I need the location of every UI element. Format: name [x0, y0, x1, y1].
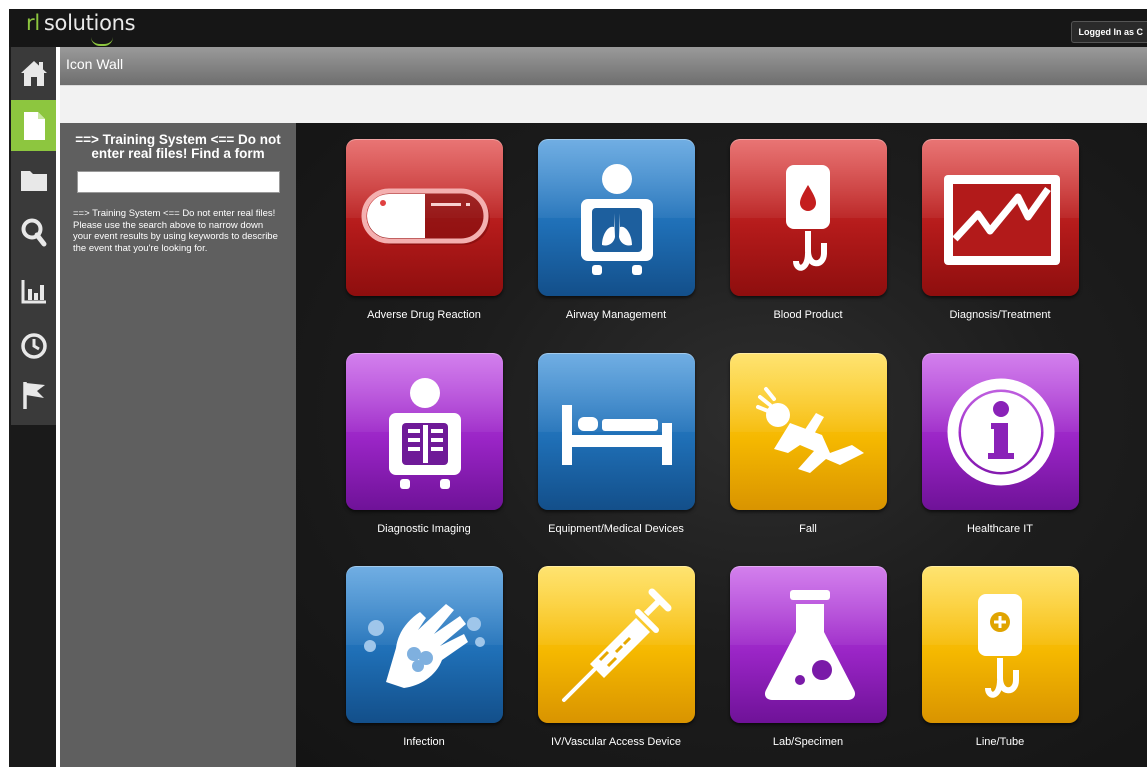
tile-label: Diagnostic Imaging — [377, 523, 471, 535]
logo-prefix: rl — [26, 11, 40, 35]
left-navigation — [9, 47, 56, 767]
flag-icon — [22, 381, 45, 409]
tile-diagnosis-treatment[interactable]: Diagnosis/Treatment — [889, 139, 1081, 339]
rl-solutions-logo[interactable]: rl solutions — [26, 9, 136, 47]
tile-equipment-medical-devices[interactable]: Equipment/Medical Devices — [505, 353, 697, 553]
tile-icon-box — [730, 139, 887, 296]
clock-icon — [20, 332, 47, 359]
tile-icon-box — [538, 353, 695, 510]
tile-label: Infection — [403, 736, 445, 748]
tile-icon-box — [538, 566, 695, 723]
logo-name: solutions — [43, 11, 136, 35]
tile-label: Fall — [799, 523, 817, 535]
tile-adverse-drug-reaction[interactable]: Adverse Drug Reaction — [313, 139, 505, 339]
nav-flags[interactable] — [11, 369, 56, 420]
tile-label: Lab/Specimen — [772, 736, 844, 748]
nav-history[interactable] — [11, 320, 56, 371]
tile-blood-product[interactable]: Blood Product — [697, 139, 889, 339]
iv-bag-icon — [978, 594, 1022, 698]
tile-healthcare-it[interactable]: Healthcare IT — [889, 353, 1081, 553]
document-icon — [23, 111, 45, 140]
tile-icon-box — [730, 566, 887, 723]
folder-icon — [20, 170, 47, 191]
info-icon — [947, 378, 1055, 486]
tile-fall[interactable]: Fall — [697, 353, 889, 553]
page-title: Icon Wall — [66, 56, 124, 72]
tile-icon-box — [538, 139, 695, 296]
tile-label: Line/Tube — [975, 736, 1025, 748]
tile-diagnostic-imaging[interactable]: Diagnostic Imaging — [313, 353, 505, 553]
tile-icon-box — [922, 353, 1079, 510]
tile-icon-box — [346, 139, 503, 296]
form-search-panel: ==> Training System <== Do not enter rea… — [60, 123, 296, 767]
tile-label: Diagnosis/Treatment — [949, 309, 1051, 321]
nav-home[interactable] — [11, 47, 56, 98]
tile-label: Airway Management — [565, 309, 667, 321]
tile-airway-management[interactable]: Airway Management — [505, 139, 697, 339]
nav-folders[interactable] — [11, 154, 56, 205]
home-icon — [20, 60, 47, 86]
nav-forms[interactable] — [11, 100, 56, 151]
search-icon — [21, 218, 46, 246]
falling-person-icon — [756, 387, 864, 473]
xray-icon — [389, 378, 461, 489]
page-title-bar: Icon Wall — [60, 47, 1147, 85]
tile-infection[interactable]: Infection — [313, 566, 505, 766]
panel-heading: ==> Training System <== Do not enter rea… — [75, 132, 281, 161]
toolbar-strip — [60, 85, 1147, 124]
tile-line-tube[interactable]: Line/Tube — [889, 566, 1081, 766]
icon-wall: Adverse Drug Reaction Airway Management — [296, 123, 1147, 767]
handwashing-icon — [364, 604, 485, 688]
top-bar: rl solutions Logged In as C — [9, 9, 1147, 47]
pill-icon — [361, 188, 490, 245]
panel-help-text: ==> Training System <== Do not enter rea… — [73, 208, 278, 254]
vital-monitor-icon — [944, 175, 1060, 265]
tile-icon-box — [922, 566, 1079, 723]
tile-icon-box — [922, 139, 1079, 296]
lungs-xray-icon — [581, 164, 653, 275]
tile-iv-vascular-access-device[interactable]: IV/Vascular Access Device — [505, 566, 697, 766]
tile-lab-specimen[interactable]: Lab/Specimen — [697, 566, 889, 766]
bed-icon — [562, 405, 672, 465]
tile-icon-box — [346, 353, 503, 510]
tile-icon-box — [346, 566, 503, 723]
nav-search[interactable] — [11, 206, 56, 257]
blood-bag-icon — [786, 165, 830, 271]
tile-label: IV/Vascular Access Device — [550, 736, 681, 748]
nav-reports[interactable] — [11, 265, 56, 316]
bar-chart-icon — [21, 279, 46, 303]
form-search-input[interactable] — [77, 171, 280, 193]
logged-in-status[interactable]: Logged In as C — [1071, 21, 1147, 43]
syringe-icon — [562, 588, 672, 702]
tile-label: Healthcare IT — [966, 523, 1034, 535]
tile-label: Adverse Drug Reaction — [367, 309, 481, 321]
tile-label: Blood Product — [773, 309, 843, 321]
tile-label: Equipment/Medical Devices — [548, 523, 684, 535]
flask-icon — [764, 590, 856, 700]
tile-icon-box — [730, 353, 887, 510]
